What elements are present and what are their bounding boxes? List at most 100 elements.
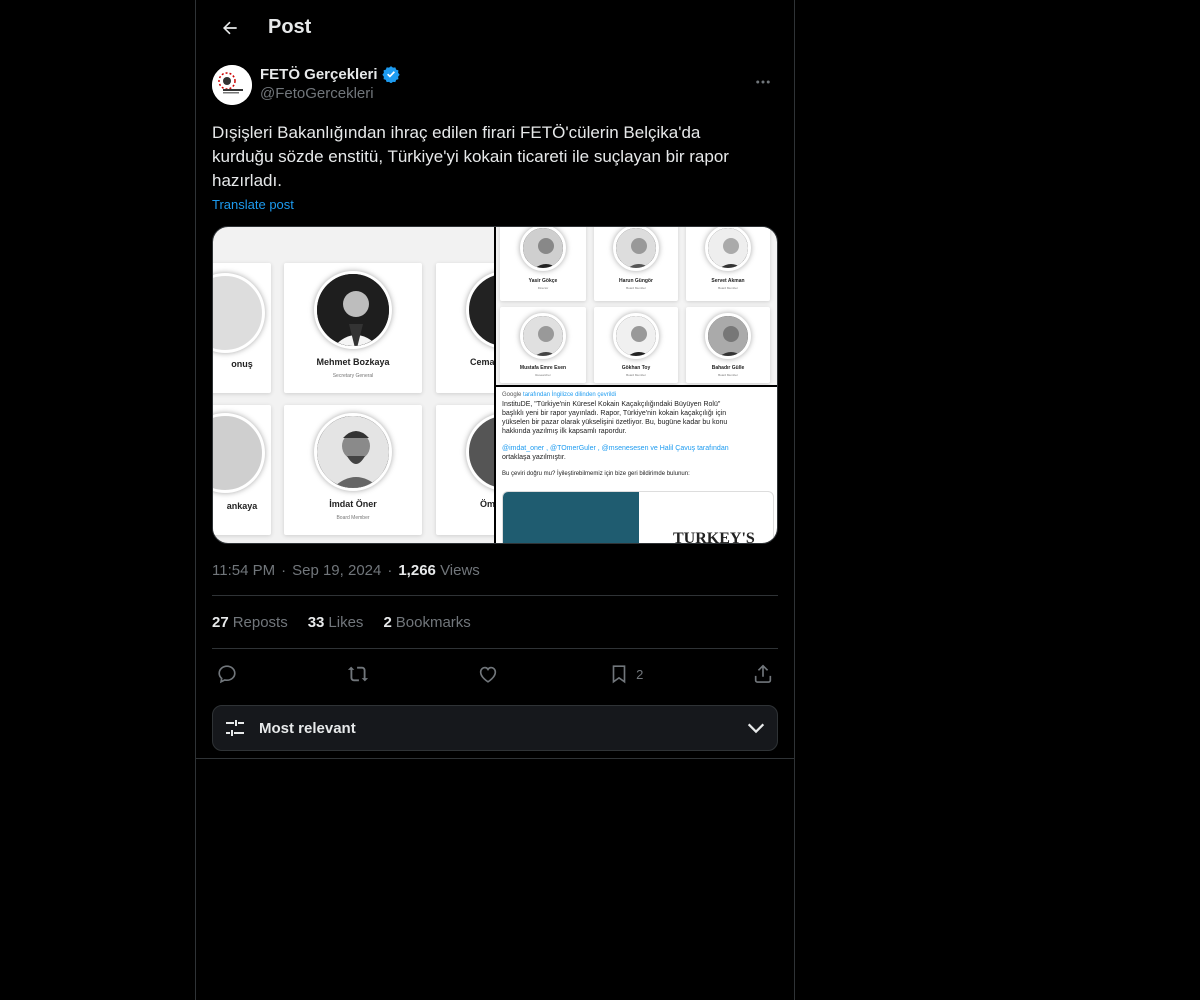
member-card: Gökhan Toy Board Member [594, 307, 678, 383]
member-name: Öm [480, 499, 494, 509]
chevron-down-icon [747, 723, 765, 734]
member-card: Mustafa Emre Esen Researcher [500, 307, 586, 383]
member-name: Bahadır Gülle [711, 365, 745, 371]
member-name: Mehmet Bozkaya [316, 357, 390, 367]
post: FETÖ Gerçekleri @FetoGercekleri Dışişler… [196, 65, 794, 751]
reposts-label: Reposts [232, 613, 288, 631]
member-role: Board Member [718, 286, 738, 290]
reply-icon [218, 665, 236, 684]
member-name: Servet Akman [711, 278, 745, 284]
translate-post-link[interactable]: Translate post [212, 197, 294, 212]
translated-text-block: Google tarafından İngilizce dilinden çev… [502, 391, 773, 479]
report-cover: TURKEY'S [502, 491, 774, 544]
member-role: Board Member [626, 373, 646, 377]
member-photo [520, 313, 566, 359]
heart-icon [480, 666, 497, 683]
google-label: Google [502, 392, 522, 398]
member-name: Gökhan Toy [621, 365, 651, 371]
member-card: Cema [436, 263, 494, 393]
page-title: Post [268, 16, 312, 38]
member-name: İmdat Öner [329, 499, 377, 509]
member-role: Researcher [535, 373, 551, 377]
media-image-board[interactable]: onuş Mehmet Bozkaya Secretary General Ce… [213, 227, 494, 543]
page-header: Post [196, 0, 794, 55]
bookmarks-stat[interactable]: 2 Bookmarks [383, 614, 470, 631]
sliders-icon [226, 720, 244, 736]
likes-label: Likes [328, 613, 364, 631]
member-role: Director [537, 286, 549, 290]
member-photo [213, 273, 265, 353]
handle[interactable]: @FetoGercekleri [260, 85, 400, 102]
feedback-line: Bu çeviri doğru mu? İyileştirebilmemiz i… [502, 471, 690, 477]
meta-separator: · [281, 562, 287, 579]
action-bar: 2 [212, 649, 778, 699]
member-role: Secretary General [332, 373, 374, 379]
bookmarks-label: Bookmarks [395, 613, 471, 631]
main-column: Post FETÖ Gerçekleri @FetoGercekleri Dış… [195, 0, 795, 1000]
bookmarks-count: 2 [383, 613, 392, 631]
likes-stat[interactable]: 33 Likes [308, 614, 364, 631]
media-grid: onuş Mehmet Bozkaya Secretary General Ce… [212, 226, 778, 544]
more-options-button[interactable] [748, 67, 778, 97]
bookmark-button[interactable]: 2 [608, 663, 643, 685]
translation-line: ortaklaşa yazılmıştır. [502, 454, 566, 461]
share-icon [754, 664, 772, 683]
name-line: FETÖ Gerçekleri [260, 65, 400, 83]
member-name: Mustafa Emre Esen [519, 365, 567, 371]
cover-block [503, 492, 639, 543]
member-card: ankaya [213, 405, 271, 535]
member-photo [613, 227, 659, 271]
sort-label: Most relevant [259, 719, 356, 737]
like-button[interactable] [477, 663, 499, 685]
repost-icon [347, 666, 368, 682]
repost-button[interactable] [347, 663, 369, 685]
member-card: Harun Güngör Board Member [594, 227, 678, 301]
post-text: Dışişleri Bakanlığından ihraç edilen fir… [212, 123, 734, 190]
post-time[interactable]: 11:54 PM [212, 562, 275, 579]
translation-header: Google tarafından İngilizce dilinden çev… [502, 391, 773, 400]
member-photo [520, 227, 566, 271]
media-image-members[interactable]: Yasir Gökçe Director Harun Güngör Board … [496, 227, 777, 385]
translation-line: hakkında yazılmış ilk kapsamlı rapordur. [502, 428, 627, 435]
member-photo [705, 227, 751, 271]
translation-line: InstituDE, "Türkiye'nin Küresel Kokain K… [502, 401, 721, 408]
reply-button[interactable] [216, 663, 238, 685]
member-card: Servet Akman Board Member [686, 227, 770, 301]
share-button[interactable] [752, 663, 774, 685]
member-role: Board Member [336, 515, 370, 521]
mentions-line: @imdat_oner , @TOmerGuler , @msenesesen … [502, 445, 729, 452]
translation-line: yükselen bir pazar olarak yükselişini öz… [502, 419, 728, 426]
member-role: Board Member [626, 286, 646, 290]
member-photo [613, 313, 659, 359]
bookmark-count: 2 [636, 666, 644, 682]
feto-logo-icon [212, 65, 252, 105]
member-photo [705, 313, 751, 359]
author-meta: FETÖ Gerçekleri @FetoGercekleri [260, 65, 400, 102]
engagement-stats: 27 Reposts 33 Likes 2 Bookmarks [212, 596, 778, 648]
member-name: Yasir Gökçe [528, 278, 558, 284]
display-name[interactable]: FETÖ Gerçekleri [260, 66, 378, 83]
translation-line: başlıklı yeni bir rapor yayınladı. Rapor… [502, 410, 727, 417]
more-icon [756, 80, 770, 84]
translated-label: tarafından İngilizce dilinden çevrildi [523, 392, 617, 398]
post-date[interactable]: Sep 19, 2024 [292, 562, 381, 579]
member-card: Mehmet Bozkaya Secretary General [284, 263, 422, 393]
avatar[interactable] [212, 65, 252, 105]
member-photo [466, 413, 494, 491]
cover-title: TURKEY'S [673, 530, 755, 544]
back-arrow-icon [223, 21, 237, 34]
section-divider [196, 758, 794, 759]
views-label: Views [440, 562, 480, 579]
member-name: ankaya [226, 501, 258, 511]
member-card: Öm [436, 405, 494, 535]
member-card: Bahadır Gülle Board Member [686, 307, 770, 383]
reposts-stat[interactable]: 27 Reposts [212, 614, 288, 631]
member-name: Cema [470, 357, 494, 367]
back-button[interactable] [212, 10, 248, 46]
media-image-translation[interactable]: Google tarafından İngilizce dilinden çev… [496, 387, 777, 544]
post-meta: 11:54 PM · Sep 19, 2024 · 1,266 Views [212, 562, 778, 579]
member-name: Harun Güngör [619, 278, 653, 284]
reply-sort-selector[interactable]: Most relevant [212, 705, 778, 751]
